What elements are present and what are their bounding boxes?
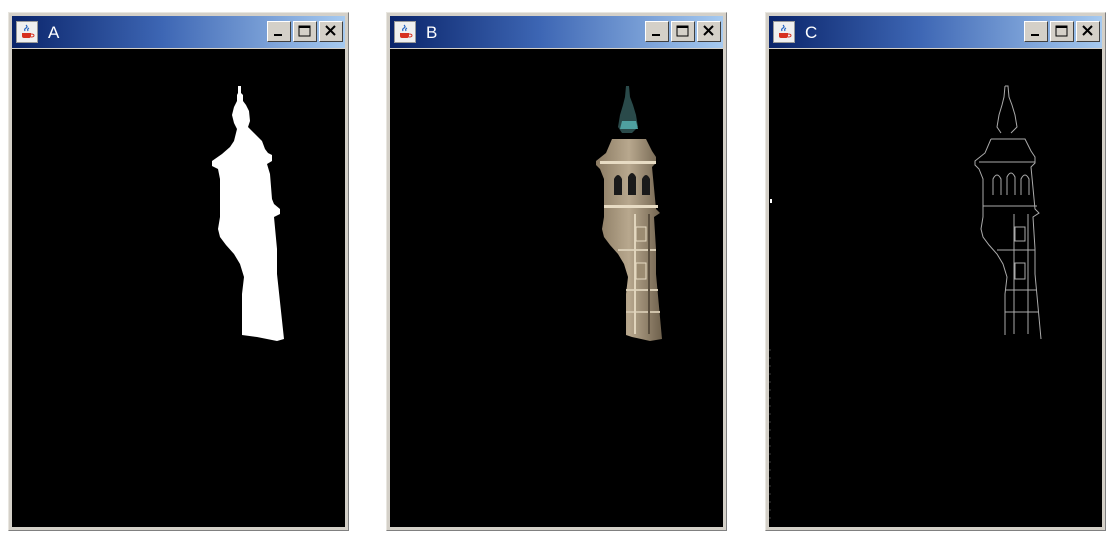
close-icon: [1082, 25, 1093, 36]
window-b: B: [386, 12, 727, 531]
image-canvas: [12, 49, 345, 527]
maximize-button[interactable]: [671, 21, 695, 42]
title-bar[interactable]: B: [390, 16, 723, 48]
close-button[interactable]: [697, 21, 721, 42]
maximize-icon: [298, 25, 311, 37]
window-a: A: [8, 12, 349, 531]
close-button[interactable]: [319, 21, 343, 42]
maximize-icon: [1055, 25, 1068, 37]
title-bar[interactable]: A: [12, 16, 345, 48]
title-bar[interactable]: C: [769, 16, 1102, 48]
image-canvas: [390, 49, 723, 527]
tower-mask: [212, 86, 284, 341]
close-icon: [703, 25, 714, 36]
minimize-icon: [274, 34, 282, 36]
maximize-icon: [676, 25, 689, 37]
minimize-button[interactable]: [267, 21, 291, 42]
window-title: A: [48, 22, 60, 42]
window-title: B: [426, 22, 438, 42]
minimize-icon: [652, 34, 660, 36]
tower-edges: [769, 85, 1042, 519]
tower-photo: [596, 86, 662, 341]
minimize-button[interactable]: [1024, 21, 1048, 42]
window-title: C: [805, 22, 818, 42]
minimize-button[interactable]: [645, 21, 669, 42]
close-icon: [325, 25, 336, 36]
java-coffee-cup-icon[interactable]: [773, 21, 795, 43]
java-coffee-cup-icon[interactable]: [16, 21, 38, 43]
window-c: C: [765, 12, 1106, 531]
maximize-button[interactable]: [293, 21, 317, 42]
image-canvas: [769, 49, 1102, 527]
java-coffee-cup-icon[interactable]: [394, 21, 416, 43]
close-button[interactable]: [1076, 21, 1100, 42]
maximize-button[interactable]: [1050, 21, 1074, 42]
minimize-icon: [1031, 34, 1039, 36]
